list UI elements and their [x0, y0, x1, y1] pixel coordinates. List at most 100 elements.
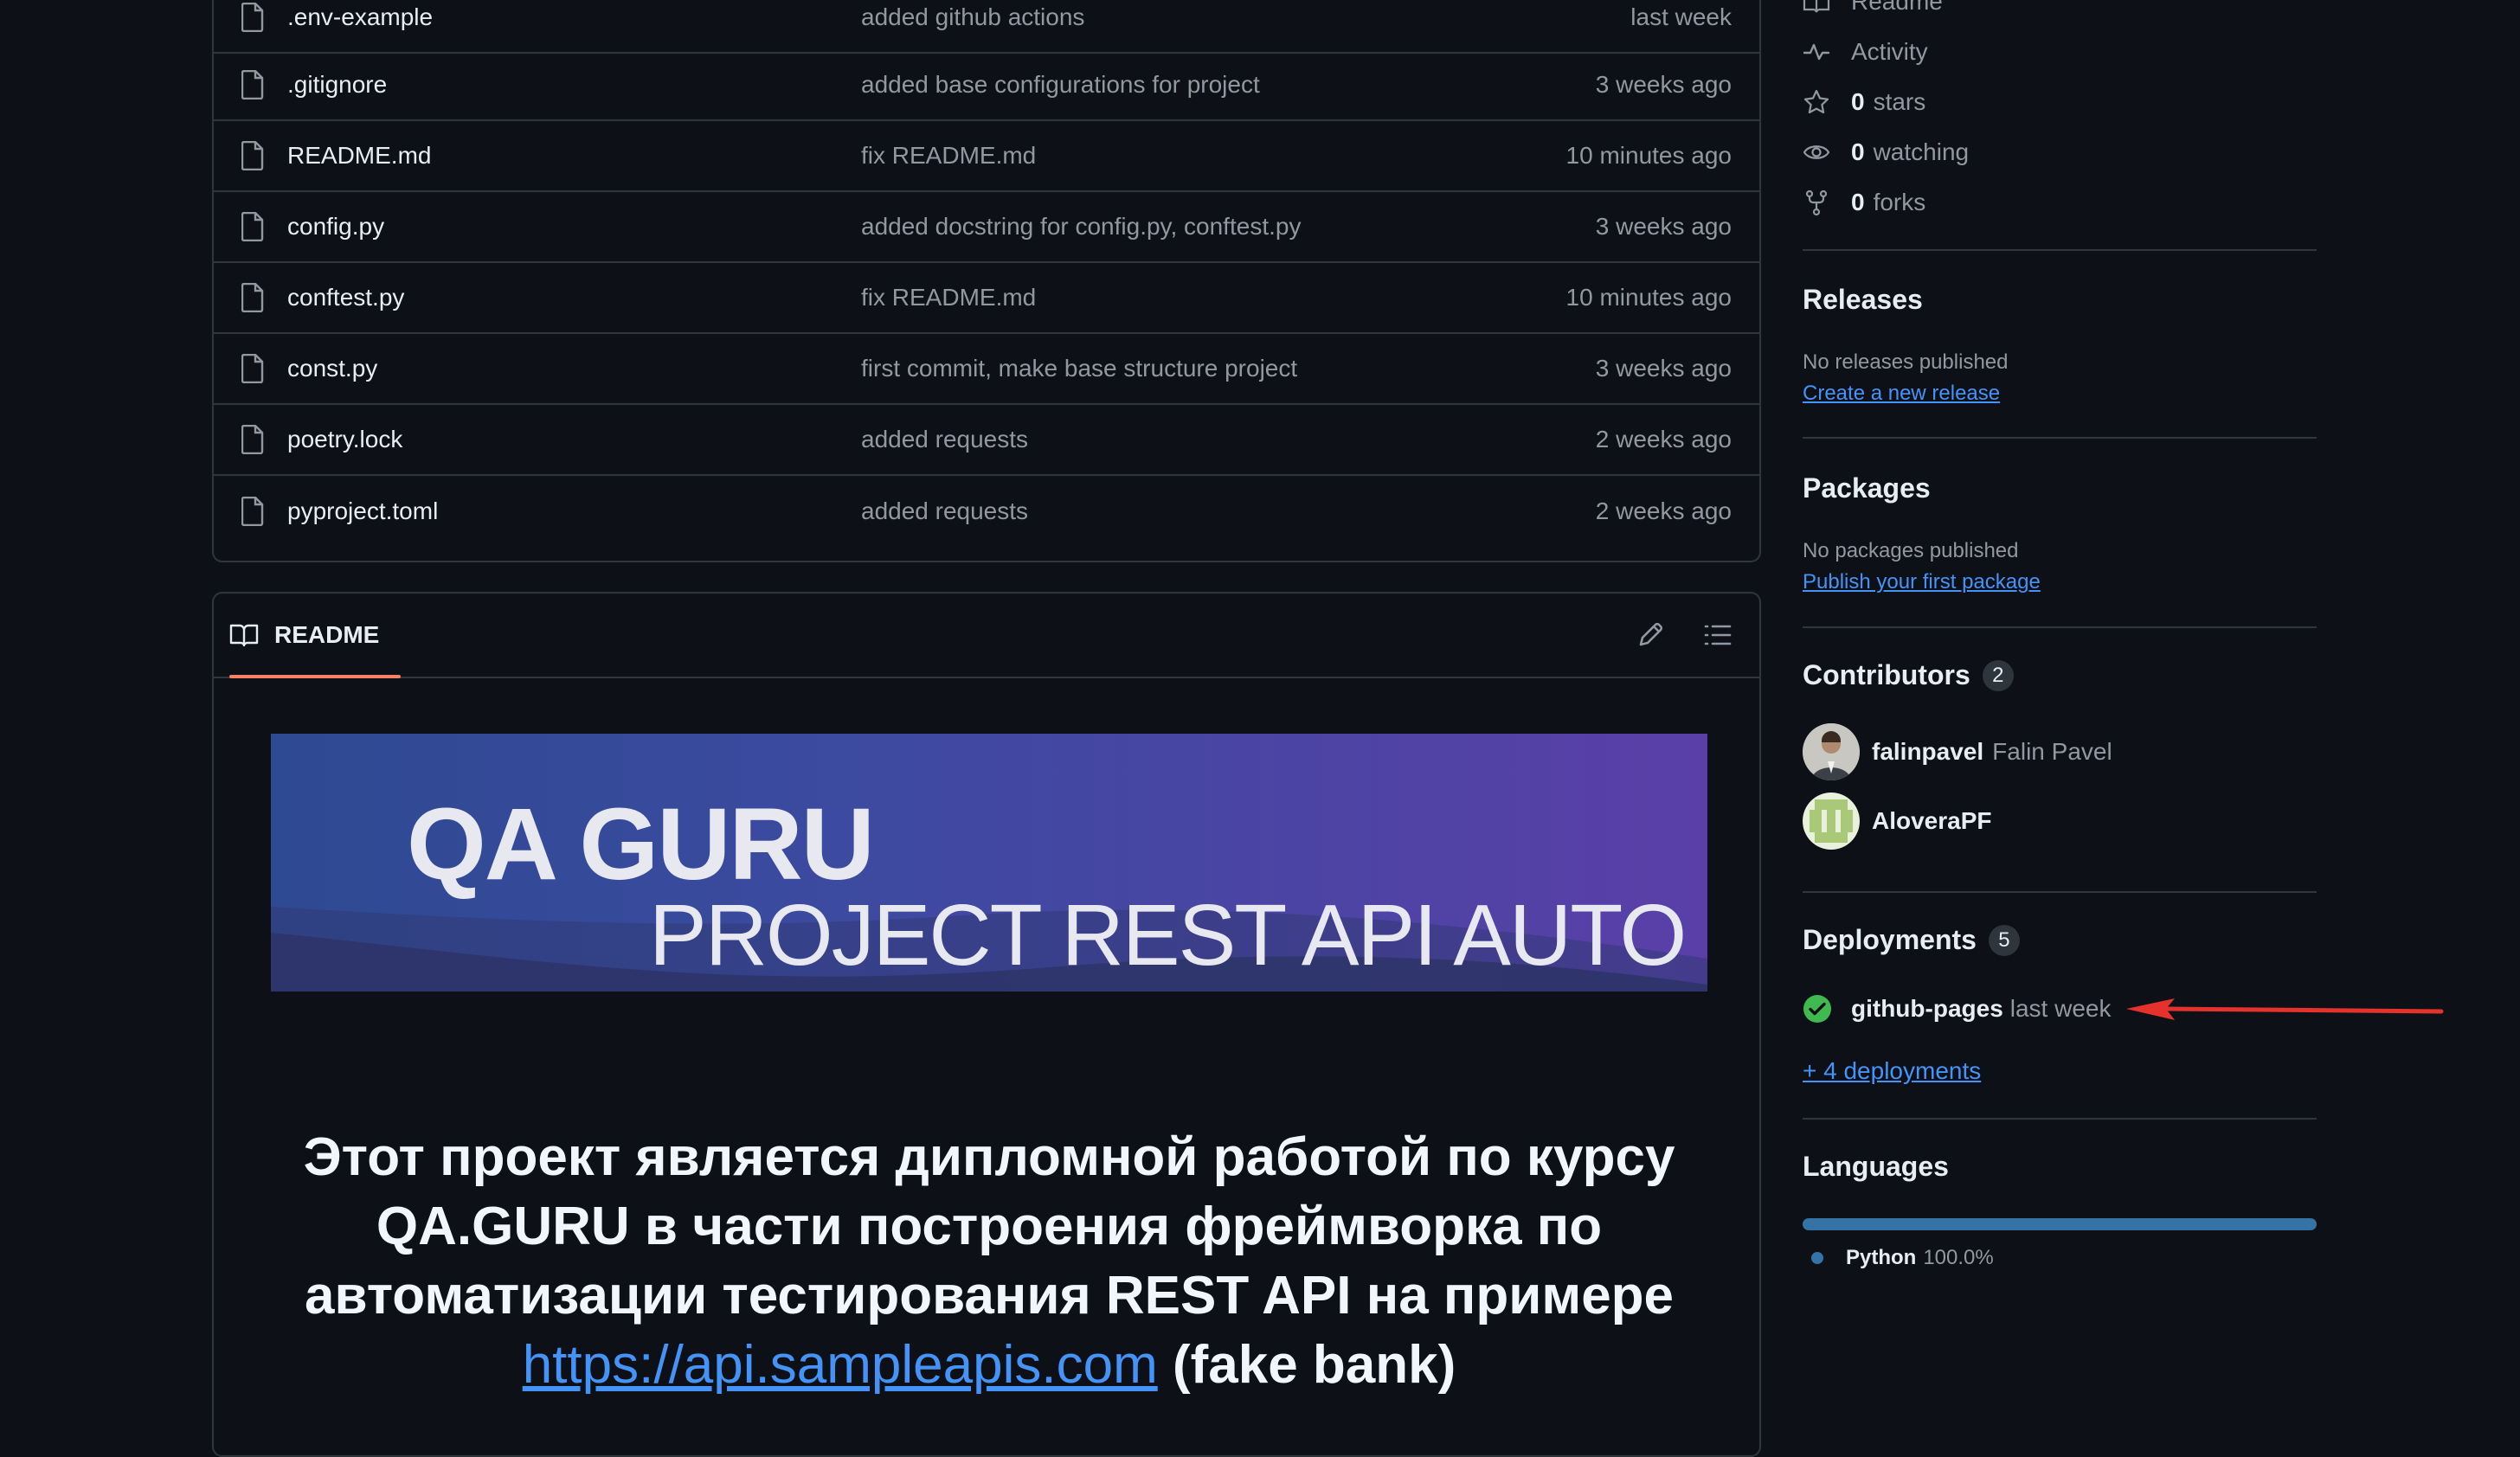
deployments-heading[interactable]: Deployments 5 [1803, 924, 2020, 956]
commit-age: 3 weeks ago [1595, 71, 1732, 98]
commit-message-link[interactable]: added requests [861, 426, 1028, 453]
readme-tab-label: README [274, 621, 380, 648]
file-name-link[interactable]: README.md [287, 142, 431, 170]
outline-list-icon[interactable] [1700, 618, 1735, 652]
deployments-title: Deployments [1803, 924, 1977, 955]
file-row[interactable]: const.py first commit, make base structu… [214, 334, 1759, 405]
commit-message-link[interactable]: added github actions [861, 3, 1084, 31]
file-row[interactable]: config.py added docstring for config.py,… [214, 192, 1759, 263]
packages-empty-text: No packages published [1803, 539, 2019, 562]
file-list: .env-example added github actions last w… [212, 0, 1761, 562]
commit-message-link[interactable]: added docstring for config.py, conftest.… [861, 213, 1301, 241]
commit-message-link[interactable]: first commit, make base structure projec… [861, 355, 1297, 382]
contributor-item[interactable]: falinpavel Falin Pavel [1803, 723, 2112, 780]
file-icon [241, 212, 264, 241]
create-release-link[interactable]: Create a new release [1803, 382, 2000, 406]
stars-count: 0 [1851, 88, 1865, 115]
deployment-env[interactable]: github-pages [1851, 995, 2003, 1023]
packages-heading[interactable]: Packages [1803, 472, 1931, 504]
file-icon [241, 497, 264, 526]
language-item[interactable]: Python 100.0% [1811, 1246, 1994, 1270]
annotation-arrow-icon [2126, 998, 2444, 1020]
contributor-login[interactable]: AloveraPF [1872, 807, 1992, 835]
book-icon [229, 624, 259, 647]
file-icon [241, 425, 264, 454]
readme-heading-line: автоматизации тестирования REST API на п… [304, 1266, 1675, 1325]
pulse-icon [1803, 43, 1830, 61]
contributor-fullname: Falin Pavel [1992, 738, 2112, 765]
contributor-login[interactable]: falinpavel [1872, 738, 1983, 766]
language-name: Python [1846, 1246, 1917, 1269]
stars-label: stars [1873, 88, 1926, 115]
file-row[interactable]: .gitignore added base configurations for… [214, 50, 1759, 121]
avatar[interactable] [1803, 793, 1860, 850]
releases-empty-text: No releases published [1803, 350, 2009, 374]
forks-label: forks [1873, 189, 1926, 215]
deployments-count-badge: 5 [1988, 924, 2020, 956]
active-tab-indicator [229, 675, 401, 678]
divider [1803, 1118, 2317, 1120]
commit-message-link[interactable]: fix README.md [861, 142, 1036, 170]
publish-package-link[interactable]: Publish your first package [1803, 570, 2041, 594]
divider [1803, 626, 2317, 628]
divider [1803, 249, 2317, 251]
contributors-title: Contributors [1803, 659, 1970, 690]
forks-link[interactable]: 0 forks [1803, 185, 1925, 220]
file-icon [241, 70, 264, 99]
banner-subtitle: PROJECT REST API AUTO [649, 887, 1687, 984]
file-icon [241, 283, 264, 312]
file-name-link[interactable]: .gitignore [287, 71, 387, 99]
readme-link[interactable]: Readme [1803, 0, 1943, 19]
check-circle-icon [1803, 995, 1831, 1023]
divider [1803, 891, 2317, 893]
tab-readme[interactable]: README [229, 594, 401, 678]
readme-heading-tail: (fake bank) [1172, 1335, 1456, 1395]
commit-age: 10 minutes ago [1565, 284, 1732, 311]
file-row[interactable]: .env-example added github actions last w… [214, 0, 1759, 54]
file-row[interactable]: poetry.lock added requests 2 weeks ago [214, 405, 1759, 476]
languages-heading: Languages [1803, 1151, 1949, 1182]
more-deployments-link[interactable]: + 4 deployments [1803, 1057, 1981, 1085]
file-name-link[interactable]: conftest.py [287, 284, 404, 311]
readme-banner-image: QA GURU PROJECT REST API AUTO [271, 734, 1707, 992]
file-name-link[interactable]: poetry.lock [287, 426, 402, 453]
watching-link[interactable]: 0 watching [1803, 135, 1969, 170]
watching-count: 0 [1851, 138, 1865, 165]
readme-heading-line: Этот проект является дипломной работой п… [303, 1127, 1675, 1187]
eye-icon [1803, 145, 1830, 159]
deployment-item[interactable]: github-pages last week [1803, 992, 2111, 1026]
activity-link[interactable]: Activity [1803, 35, 1928, 69]
contributors-heading[interactable]: Contributors 2 [1803, 659, 2014, 691]
star-icon [1803, 89, 1829, 114]
readme-heading-line: QA.GURU в части построения фреймворка по [376, 1197, 1603, 1256]
activity-label: Activity [1851, 38, 1928, 65]
file-row[interactable]: README.md fix README.md 10 minutes ago [214, 121, 1759, 192]
commit-age: 3 weeks ago [1595, 355, 1732, 382]
contributor-item[interactable]: AloveraPF [1803, 793, 2001, 850]
language-percent: 100.0% [1923, 1246, 1994, 1269]
file-icon [241, 354, 264, 383]
commit-message-link[interactable]: added requests [861, 497, 1028, 525]
file-name-link[interactable]: pyproject.toml [287, 497, 438, 525]
commit-message-link[interactable]: added base configurations for project [861, 71, 1260, 99]
pencil-icon[interactable] [1633, 618, 1668, 652]
readme-header: README [214, 594, 1759, 678]
language-color-dot [1811, 1252, 1823, 1264]
divider [1803, 437, 2317, 439]
commit-age: 10 minutes ago [1565, 142, 1732, 169]
file-name-link[interactable]: config.py [287, 213, 384, 241]
file-row[interactable]: conftest.py fix README.md 10 minutes ago [214, 263, 1759, 334]
file-name-link[interactable]: const.py [287, 355, 377, 382]
stars-link[interactable]: 0 stars [1803, 85, 1925, 119]
readme-heading: Этот проект является дипломной работой п… [271, 1123, 1707, 1400]
file-row[interactable]: pyproject.toml added requests 2 weeks ag… [214, 476, 1759, 547]
language-bar [1803, 1218, 2317, 1230]
file-name-link[interactable]: .env-example [287, 3, 433, 31]
api-link[interactable]: https://api.sampleapis.com [523, 1335, 1158, 1395]
releases-heading[interactable]: Releases [1803, 284, 1923, 316]
avatar[interactable] [1803, 723, 1860, 780]
contributors-count-badge: 2 [1982, 659, 2014, 691]
deployment-time: last week [2009, 995, 2112, 1022]
commit-message-link[interactable]: fix README.md [861, 284, 1036, 311]
readme-panel: README QA GURU PROJECT REST API AUTO Это… [212, 592, 1761, 1457]
